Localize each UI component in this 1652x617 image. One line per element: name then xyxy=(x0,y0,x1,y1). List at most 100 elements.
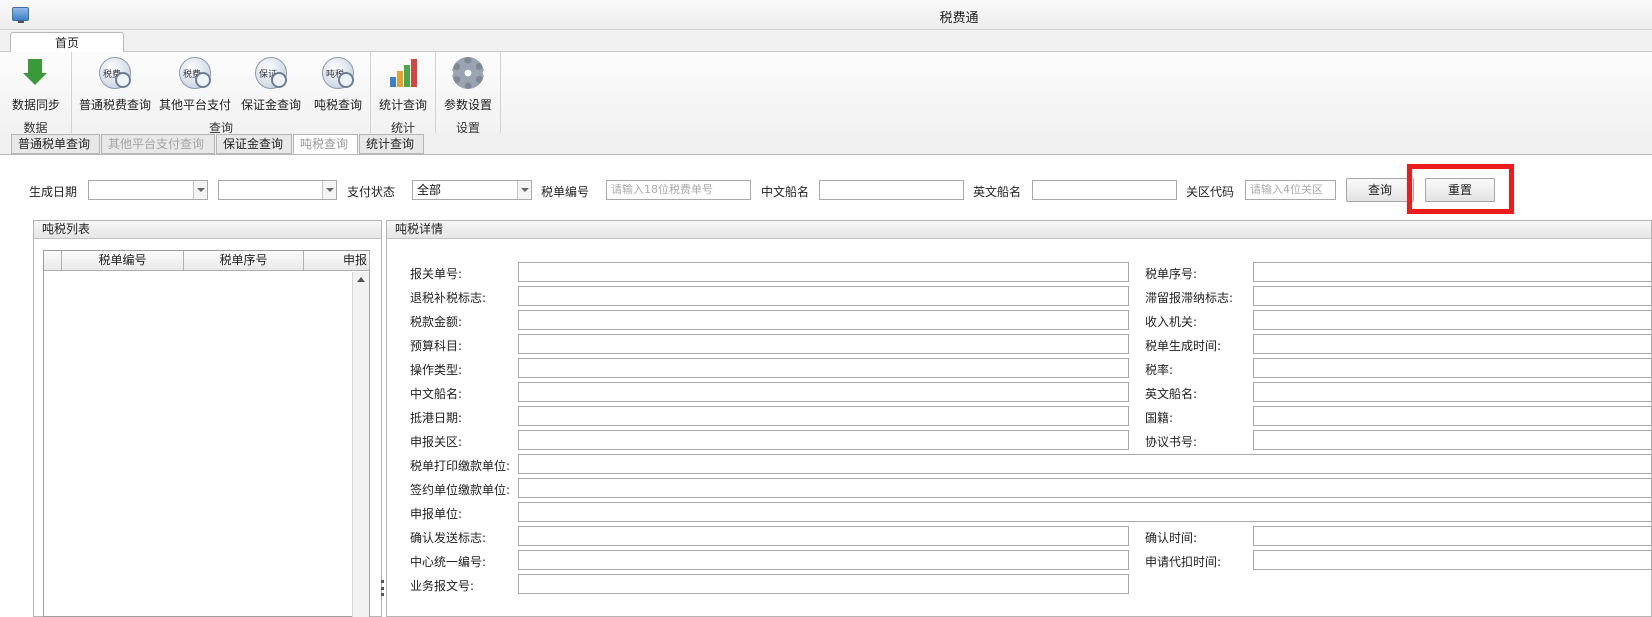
detail-label: 签约单位缴款单位: xyxy=(410,483,511,497)
detail-label: 国籍: xyxy=(1145,411,1174,425)
status-label: 支付状态 xyxy=(347,185,396,199)
chevron-down-icon[interactable] xyxy=(193,181,207,199)
tonnage-search-icon: 吨税 xyxy=(322,57,354,89)
other-platform-pay-button[interactable]: 税费 其他平台支付 xyxy=(158,54,232,114)
detail-value-field[interactable] xyxy=(518,334,1129,354)
detail-label: 申报单位: xyxy=(410,507,463,521)
bar-chart-icon xyxy=(387,57,419,89)
deposit-search-icon: 保证 xyxy=(255,57,287,89)
detail-value-field[interactable] xyxy=(518,382,1129,402)
ribbon-tab-home[interactable]: 首页 xyxy=(10,32,124,53)
tab-deposit-query[interactable]: 保证金查询 xyxy=(216,134,292,154)
detail-value-field-wide[interactable] xyxy=(518,502,1652,522)
detail-label: 滞留报滞纳标志: xyxy=(1145,291,1234,305)
detail-value-field[interactable] xyxy=(1253,310,1652,330)
customs-code-input[interactable]: 请输入4位关区 xyxy=(1245,180,1336,200)
detail-label: 确认发送标志: xyxy=(410,531,487,545)
detail-label: 中文船名: xyxy=(410,387,463,401)
detail-value-field[interactable] xyxy=(518,526,1129,546)
en-ship-input[interactable] xyxy=(1032,180,1177,200)
grid-row-header xyxy=(44,251,62,271)
cn-ship-input[interactable] xyxy=(819,180,964,200)
status-select-value: 全部 xyxy=(417,183,442,197)
detail-label: 预算科目: xyxy=(410,339,463,353)
detail-value-field-wide[interactable] xyxy=(518,478,1652,498)
detail-value-field[interactable] xyxy=(518,574,1129,594)
tonnage-list-title: 吨税列表 xyxy=(34,221,381,239)
detail-value-field[interactable] xyxy=(1253,526,1652,546)
column-header-declare[interactable]: 申报 xyxy=(304,251,370,271)
window-title: 税费通 xyxy=(939,11,979,26)
detail-label: 中心统一编号: xyxy=(410,555,487,569)
column-header-bill-seq[interactable]: 税单序号 xyxy=(184,251,304,271)
tab-stats-query[interactable]: 统计查询 xyxy=(359,134,424,154)
bill-no-label: 税单编号 xyxy=(541,185,590,199)
column-header-bill-no[interactable]: 税单编号 xyxy=(62,251,184,271)
tax-search-icon: 税费 xyxy=(99,57,131,89)
list-vertical-scrollbar[interactable] xyxy=(352,272,369,617)
detail-label: 协议书号: xyxy=(1145,435,1198,449)
detail-value-field[interactable] xyxy=(518,286,1129,306)
deposit-query-button[interactable]: 保证 保证金查询 xyxy=(238,54,304,114)
cn-ship-label: 中文船名 xyxy=(761,185,810,199)
detail-value-field[interactable] xyxy=(518,406,1129,426)
detail-value-field[interactable] xyxy=(1253,286,1652,306)
detail-label: 抵港日期: xyxy=(410,411,463,425)
tax-search-icon: 税费 xyxy=(179,57,211,89)
ribbon-group-data: 数据同步 数据 xyxy=(0,52,72,138)
tab-general-tax-query[interactable]: 普通税单查询 xyxy=(11,134,100,154)
ribbon-tab-strip xyxy=(0,30,1652,52)
tab-other-platform-query[interactable]: 其他平台支付查询 xyxy=(101,134,215,154)
start-date-picker[interactable] xyxy=(88,180,208,200)
detail-label: 操作类型: xyxy=(410,363,463,377)
detail-label: 退税补税标志: xyxy=(410,291,487,305)
general-tax-query-button[interactable]: 税费 普通税费查询 xyxy=(78,54,152,114)
detail-label: 税率: xyxy=(1145,363,1174,377)
tonnage-list-grid[interactable]: 税单编号 税单序号 申报 xyxy=(43,250,370,617)
query-button[interactable]: 查询 xyxy=(1346,178,1414,202)
detail-value-field[interactable] xyxy=(1253,430,1652,450)
detail-label: 英文船名: xyxy=(1145,387,1198,401)
reset-button-highlight xyxy=(1407,164,1514,214)
tab-tonnage-query[interactable]: 吨税查询 xyxy=(293,134,358,154)
en-ship-label: 英文船名 xyxy=(973,185,1022,199)
tonnage-query-button[interactable]: 吨税 吨税查询 xyxy=(310,54,366,114)
ribbon-group-stats: 统计查询 统计 xyxy=(371,52,436,138)
ribbon-group-settings: 参数设置 设置 xyxy=(436,52,501,138)
detail-label: 报关单号: xyxy=(410,267,463,281)
chevron-down-icon[interactable] xyxy=(517,181,531,199)
detail-value-field[interactable] xyxy=(1253,406,1652,426)
bill-no-input[interactable]: 请输入18位税费单号 xyxy=(606,180,751,200)
param-settings-button[interactable]: 参数设置 xyxy=(440,54,496,114)
detail-label: 税单序号: xyxy=(1145,267,1198,281)
detail-label: 申请代扣时间: xyxy=(1145,555,1222,569)
detail-value-field[interactable] xyxy=(518,358,1129,378)
detail-value-field[interactable] xyxy=(1253,550,1652,570)
detail-label: 收入机关: xyxy=(1145,315,1198,329)
detail-value-field[interactable] xyxy=(1253,382,1652,402)
detail-label: 税款金额: xyxy=(410,315,463,329)
panel-splitter[interactable] xyxy=(381,580,384,596)
detail-label: 申报关区: xyxy=(410,435,463,449)
detail-label: 税单打印缴款单位: xyxy=(410,459,511,473)
data-sync-button[interactable]: 数据同步 xyxy=(2,54,70,114)
status-select[interactable]: 全部 xyxy=(412,180,532,200)
detail-value-field[interactable] xyxy=(518,262,1129,282)
detail-value-field[interactable] xyxy=(1253,358,1652,378)
chevron-down-icon[interactable] xyxy=(322,181,336,199)
ribbon: 数据同步 数据 税费 普通税费查询 税费 其他平台支付 保证 保证金查询 吨税 … xyxy=(0,52,1652,138)
ribbon-group-query: 税费 普通税费查询 税费 其他平台支付 保证 保证金查询 吨税 吨税查询 查询 xyxy=(72,52,371,138)
tonnage-detail-title: 吨税详情 xyxy=(387,221,1651,239)
detail-value-field[interactable] xyxy=(1253,262,1652,282)
detail-value-field[interactable] xyxy=(1253,334,1652,354)
detail-value-field[interactable] xyxy=(518,310,1129,330)
detail-label: 确认时间: xyxy=(1145,531,1198,545)
detail-value-field[interactable] xyxy=(518,430,1129,450)
detail-label: 税单生成时间: xyxy=(1145,339,1222,353)
detail-value-field[interactable] xyxy=(518,550,1129,570)
stats-query-button[interactable]: 统计查询 xyxy=(375,54,431,114)
customs-label: 关区代码 xyxy=(1186,185,1235,199)
detail-value-field-wide[interactable] xyxy=(518,454,1652,474)
end-date-picker[interactable] xyxy=(218,180,337,200)
download-arrow-icon xyxy=(20,57,52,89)
